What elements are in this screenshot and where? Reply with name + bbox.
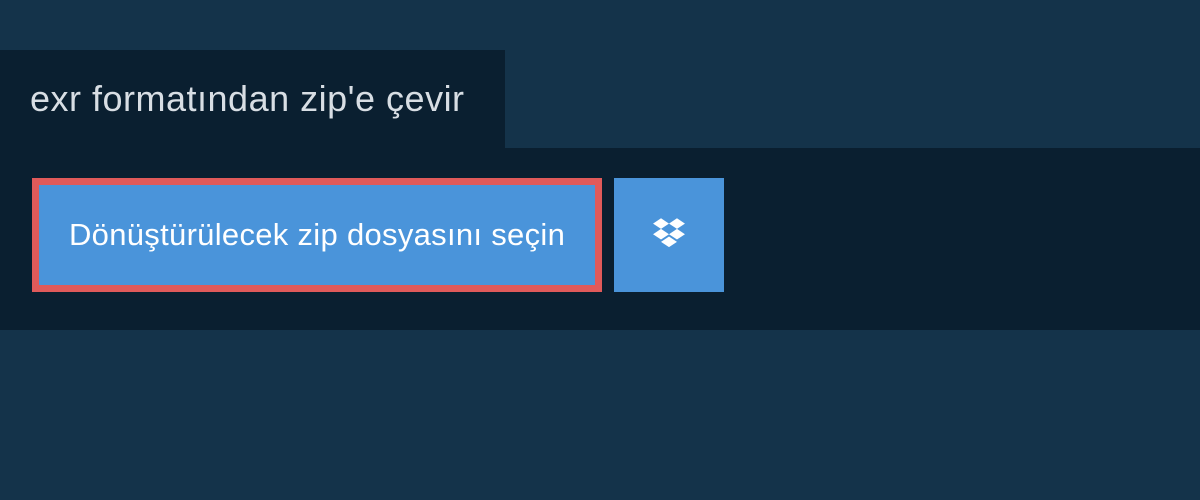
dropbox-icon xyxy=(650,216,688,254)
header-tab: exr formatından zip'e çevir xyxy=(0,50,505,148)
page-title: exr formatından zip'e çevir xyxy=(30,78,465,120)
select-file-button[interactable]: Dönüştürülecek zip dosyasını seçin xyxy=(32,178,602,292)
button-row: Dönüştürülecek zip dosyasını seçin xyxy=(32,178,1168,292)
upload-panel: Dönüştürülecek zip dosyasını seçin xyxy=(0,148,1200,330)
dropbox-button[interactable] xyxy=(614,178,724,292)
